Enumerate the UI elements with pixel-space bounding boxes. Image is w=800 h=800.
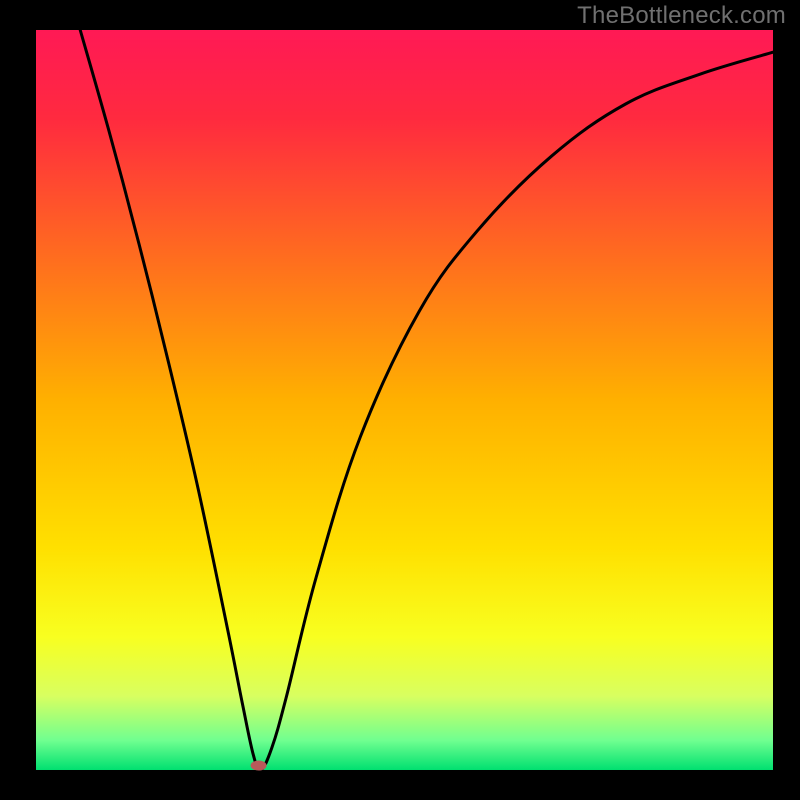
chart-frame: TheBottleneck.com — [0, 0, 800, 800]
watermark-text: TheBottleneck.com — [577, 2, 786, 30]
plot-area — [36, 30, 773, 770]
bottleneck-chart — [0, 0, 800, 800]
optimum-marker — [251, 761, 267, 771]
